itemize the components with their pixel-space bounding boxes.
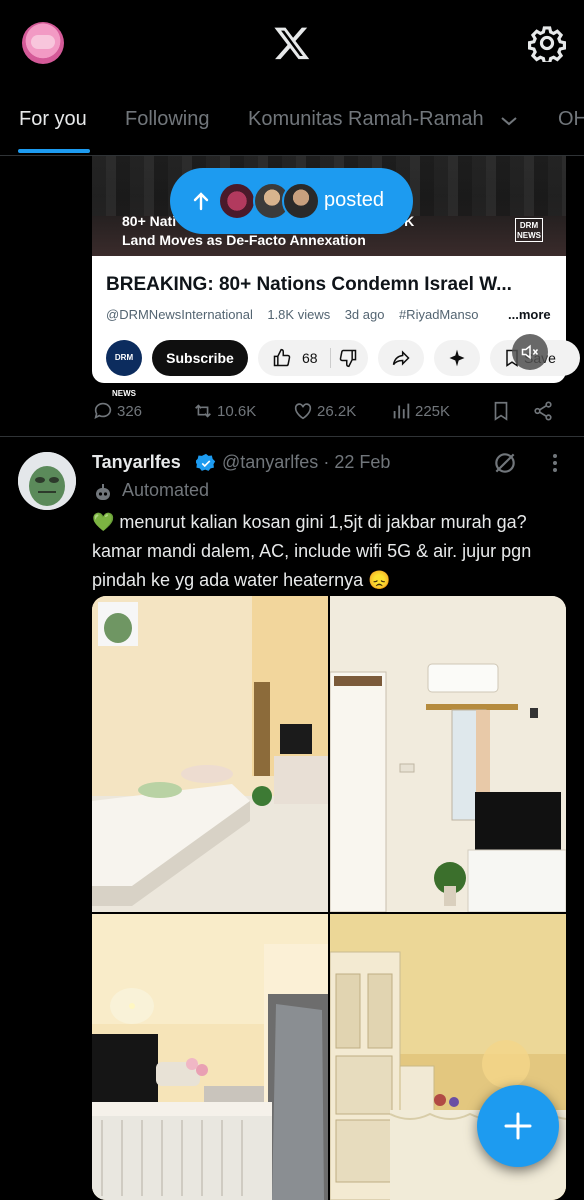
like-count: 68 [302,350,318,366]
x-logo-icon [274,27,310,60]
author-handle-date: @tanyarlfes · 22 Feb [222,452,391,472]
posted-label: posted [324,189,385,211]
x-app: For you Following Komunitas Ramah-Ramah … [0,0,584,1200]
poster-avatar [218,182,256,220]
tab-komunitas[interactable]: Komunitas Ramah-Ramah [248,108,484,131]
poster-avatar [282,182,320,220]
bedroom-photo[interactable] [92,596,328,912]
tab-for-you[interactable]: For you [19,108,87,131]
view-count: 1.8K views [267,307,331,322]
compose-post-button[interactable] [477,1085,559,1167]
like-count: 26.2K [317,402,357,420]
profile-avatar[interactable] [22,22,64,64]
more-options-icon[interactable] [546,452,564,474]
tab-oh[interactable]: OH [558,108,584,131]
channel-name[interactable]: @DRMNewsInternational [106,307,253,322]
chevron-down-icon[interactable] [500,114,518,128]
repost-button[interactable]: 10.6K [192,398,256,424]
thumbs-up-icon[interactable] [272,348,292,368]
video-hashtag[interactable]: #RiyadManso [399,307,479,322]
active-tab-indicator [18,149,90,153]
new-posts-pill[interactable]: posted [170,168,413,234]
subscribe-button[interactable]: Subscribe [152,340,248,376]
like-button[interactable]: 26.2K [292,398,356,424]
share-arrow-icon [392,350,410,366]
gear-icon[interactable] [528,24,566,62]
author-handle[interactable]: @tanyarlfes [222,452,318,472]
views-button[interactable]: 225K [390,398,450,424]
post-text: 💚 menurut kalian kosan gini 1,5jt di jak… [92,512,532,590]
video-age: 3d ago [344,307,385,322]
like-dislike-pill: 68 [258,340,368,376]
speaker-muted-icon [521,344,539,360]
share-icon [534,401,552,421]
divider [0,436,584,437]
plus-icon [504,1112,532,1140]
post-actions: 326 10.6K 26.2K 225K [92,398,566,424]
automated-label: Automated [122,480,210,500]
ac-tv-photo[interactable] [330,596,566,912]
video-title: BREAKING: 80+ Nations Condemn Israel W..… [106,274,512,295]
verified-badge-icon [196,453,216,471]
grok-icon[interactable] [492,450,518,476]
timeline-tabs: For you Following Komunitas Ramah-Ramah … [0,96,584,156]
share-button[interactable] [532,398,557,424]
more-link[interactable]: ...more [504,307,551,322]
video-meta: @DRMNewsInternational 1.8K views 3d ago … [106,307,478,322]
tab-following[interactable]: Following [125,108,209,131]
reply-count: 326 [117,402,143,420]
thumbs-down-icon[interactable] [338,348,358,368]
share-button[interactable] [378,340,424,376]
robot-icon [96,484,110,500]
kitchen-photo[interactable] [92,914,328,1200]
view-count: 225K [415,402,451,420]
arrow-up-icon [193,192,209,211]
top-bar [0,0,584,86]
bookmark-button[interactable] [490,398,515,424]
bookmark-icon [494,401,508,421]
mute-button[interactable] [512,334,548,370]
post-date[interactable]: 22 Feb [334,452,390,472]
author-name[interactable]: Tanyarlfes [92,452,181,473]
bar-chart-icon [393,403,410,419]
heart-icon [294,403,312,420]
reply-icon [94,402,112,419]
drm-news-logo: DRM NEWS [515,218,543,242]
author-avatar[interactable] [18,452,76,510]
video-card[interactable]: BREAKING: 80+ Nations Condemn Israel W..… [92,256,580,398]
channel-avatar[interactable]: DRM NEWS [106,340,142,398]
ask-ai-button[interactable] [434,340,480,376]
repost-count: 10.6K [217,402,257,420]
sparkle-icon [449,349,465,367]
reply-button[interactable]: 326 [92,398,142,424]
repost-icon [195,404,211,418]
